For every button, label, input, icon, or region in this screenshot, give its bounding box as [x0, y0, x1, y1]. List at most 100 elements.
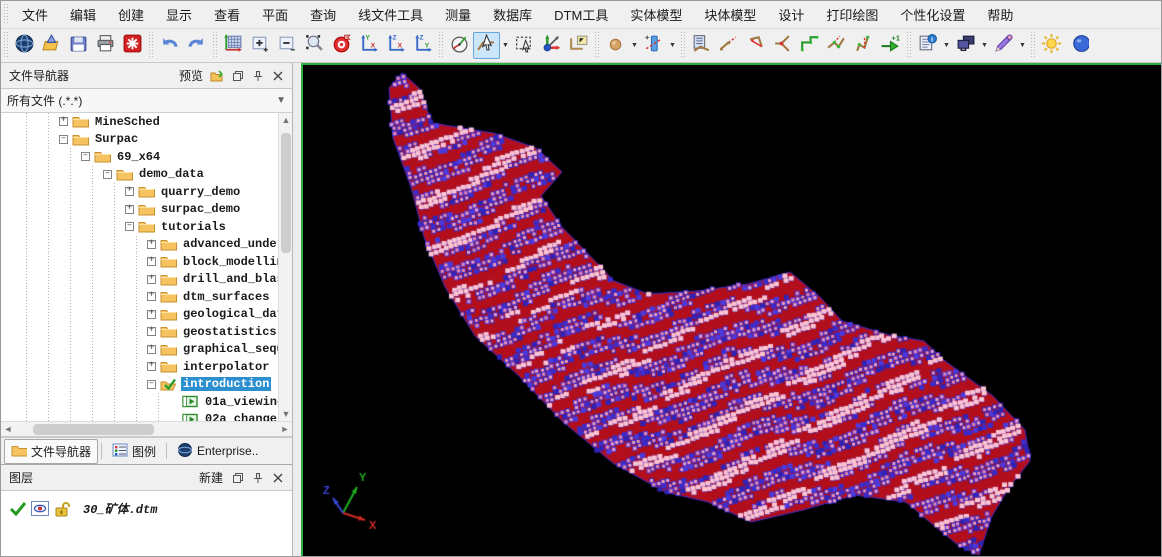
info-doc-dropdown-arrow[interactable]: ▼	[941, 32, 952, 59]
tree-item-01a-viewing[interactable]: 01a_viewing	[1, 393, 292, 411]
tree-horizontal-scrollbar[interactable]: ◄ ►	[1, 421, 292, 437]
collapse-minus-icon[interactable]	[81, 152, 90, 161]
save-button[interactable]	[65, 32, 92, 59]
open-folder-button[interactable]	[38, 32, 65, 59]
tree-item-introduction[interactable]: introduction	[1, 376, 292, 394]
menu-plane[interactable]: 平面	[251, 1, 299, 28]
point-sphere-button[interactable]	[602, 32, 629, 59]
tree-item-02a-change[interactable]: 02a_change	[1, 411, 292, 422]
renumber-plus1-button[interactable]: +1	[877, 32, 904, 59]
menu-file[interactable]: 文件	[11, 1, 59, 28]
vertical-scroll-thumb[interactable]	[281, 133, 291, 253]
graphics-viewport[interactable]	[301, 63, 1162, 557]
collapse-minus-icon[interactable]	[103, 170, 112, 179]
new-layer-button[interactable]: 新建	[194, 467, 228, 488]
expand-plus-icon[interactable]	[59, 117, 68, 126]
tree-item-tutorials[interactable]: tutorials	[1, 218, 292, 236]
clip-plane-dropdown-arrow[interactable]: ▼	[667, 32, 678, 59]
preview-folders-icon[interactable]	[208, 66, 228, 86]
layer-check-icon[interactable]	[9, 501, 27, 517]
visibility-eye-icon[interactable]	[31, 501, 49, 517]
unlocked-padlock-icon[interactable]	[53, 501, 71, 517]
toolbar-group-grip[interactable]	[1030, 32, 1036, 59]
select-segment-button[interactable]	[473, 32, 500, 59]
point-sphere-dropdown-arrow[interactable]: ▼	[629, 32, 640, 59]
scroll-down-icon[interactable]: ▼	[279, 407, 293, 421]
menu-plot[interactable]: 打印绘图	[815, 1, 889, 28]
tree-item-demo-data[interactable]: demo_data	[1, 166, 292, 184]
close-icon[interactable]	[268, 66, 288, 86]
zoom-in-button[interactable]	[247, 32, 274, 59]
menu-solid-model[interactable]: 实体模型	[619, 1, 693, 28]
edit-pencil-dropdown-arrow[interactable]: ▼	[1017, 32, 1028, 59]
menu-block-model[interactable]: 块体模型	[693, 1, 767, 28]
segment-extend-button[interactable]	[715, 32, 742, 59]
collapse-minus-icon[interactable]	[59, 135, 68, 144]
zoom-out-button[interactable]	[274, 32, 301, 59]
expand-plus-icon[interactable]	[147, 345, 156, 354]
sun-light-button[interactable]	[1038, 32, 1065, 59]
reset-graphics-button[interactable]	[119, 32, 146, 59]
tree-item-minesched[interactable]: MineSched	[1, 113, 292, 131]
edit-pencil-button[interactable]	[990, 32, 1017, 59]
monitors-button[interactable]	[952, 32, 979, 59]
collapse-minus-icon[interactable]	[147, 380, 156, 389]
globe-button[interactable]	[11, 32, 38, 59]
expand-plus-icon[interactable]	[147, 292, 156, 301]
tree-item-advanced-underg[interactable]: advanced_underg	[1, 236, 292, 254]
toolbar-group-grip[interactable]	[680, 32, 686, 59]
tree-item-block-modelling[interactable]: block_modelling	[1, 253, 292, 271]
expand-plus-icon[interactable]	[147, 257, 156, 266]
monitors-dropdown-arrow[interactable]: ▼	[979, 32, 990, 59]
segment-move-button[interactable]	[823, 32, 850, 59]
menu-customize[interactable]: 个性化设置	[889, 1, 976, 28]
menu-survey[interactable]: 测量	[434, 1, 482, 28]
center-target-button[interactable]	[328, 32, 355, 59]
panel-splitter[interactable]	[293, 63, 301, 557]
menu-view[interactable]: 查看	[203, 1, 251, 28]
tab-legend[interactable]: 图例	[105, 439, 163, 464]
preview-button[interactable]: 预览	[174, 65, 208, 86]
rotate-compass-button[interactable]	[446, 32, 473, 59]
toolbar-group-grip[interactable]	[148, 32, 154, 59]
tree-item-dtm-surfaces[interactable]: dtm_surfaces	[1, 288, 292, 306]
menu-create[interactable]: 创建	[107, 1, 155, 28]
expand-plus-icon[interactable]	[147, 240, 156, 249]
tree-vertical-scrollbar[interactable]: ▲ ▼	[278, 113, 292, 421]
segment-break-button[interactable]	[769, 32, 796, 59]
view-plane-zy-button[interactable]: ZY	[409, 32, 436, 59]
tree-item-drill-and-blast[interactable]: drill_and_blast	[1, 271, 292, 289]
zoom-extents-button[interactable]	[220, 32, 247, 59]
orient-axes-button[interactable]	[538, 32, 565, 59]
toolbar-group-grip[interactable]	[438, 32, 444, 59]
menubar-grip[interactable]	[3, 4, 9, 25]
view-plane-zx-button[interactable]: ZX	[382, 32, 409, 59]
expand-plus-icon[interactable]	[147, 362, 156, 371]
toolbar-grip[interactable]	[3, 32, 9, 59]
close-icon[interactable]	[268, 468, 288, 488]
undo-button[interactable]	[156, 32, 183, 59]
menu-design[interactable]: 设计	[767, 1, 815, 28]
tree-item-quarry-demo[interactable]: quarry_demo	[1, 183, 292, 201]
tab-enterprise[interactable]: Enterprise..	[170, 439, 265, 464]
scroll-right-icon[interactable]: ►	[278, 422, 292, 436]
tab-file-navigator[interactable]: 文件导航器	[4, 439, 98, 464]
float-window-icon[interactable]	[228, 468, 248, 488]
segment-doc-button[interactable]	[688, 32, 715, 59]
info-doc-button[interactable]: i	[914, 32, 941, 59]
clip-plane-button[interactable]	[640, 32, 667, 59]
box-select-button[interactable]	[511, 32, 538, 59]
toolbar-group-grip[interactable]	[212, 32, 218, 59]
redo-button[interactable]	[183, 32, 210, 59]
scroll-left-icon[interactable]: ◄	[1, 422, 15, 436]
pin-icon[interactable]	[248, 66, 268, 86]
tree-item-geological-dat[interactable]: geological_dat	[1, 306, 292, 324]
menu-display[interactable]: 显示	[155, 1, 203, 28]
segment-close-button[interactable]	[742, 32, 769, 59]
menu-dtm-tools[interactable]: DTM工具	[543, 1, 619, 28]
expand-plus-icon[interactable]	[147, 327, 156, 336]
segment-new-button[interactable]	[796, 32, 823, 59]
corner-view-button[interactable]	[565, 32, 592, 59]
tree-item-interpolator[interactable]: interpolator	[1, 358, 292, 376]
tree-item-surpac[interactable]: Surpac	[1, 131, 292, 149]
